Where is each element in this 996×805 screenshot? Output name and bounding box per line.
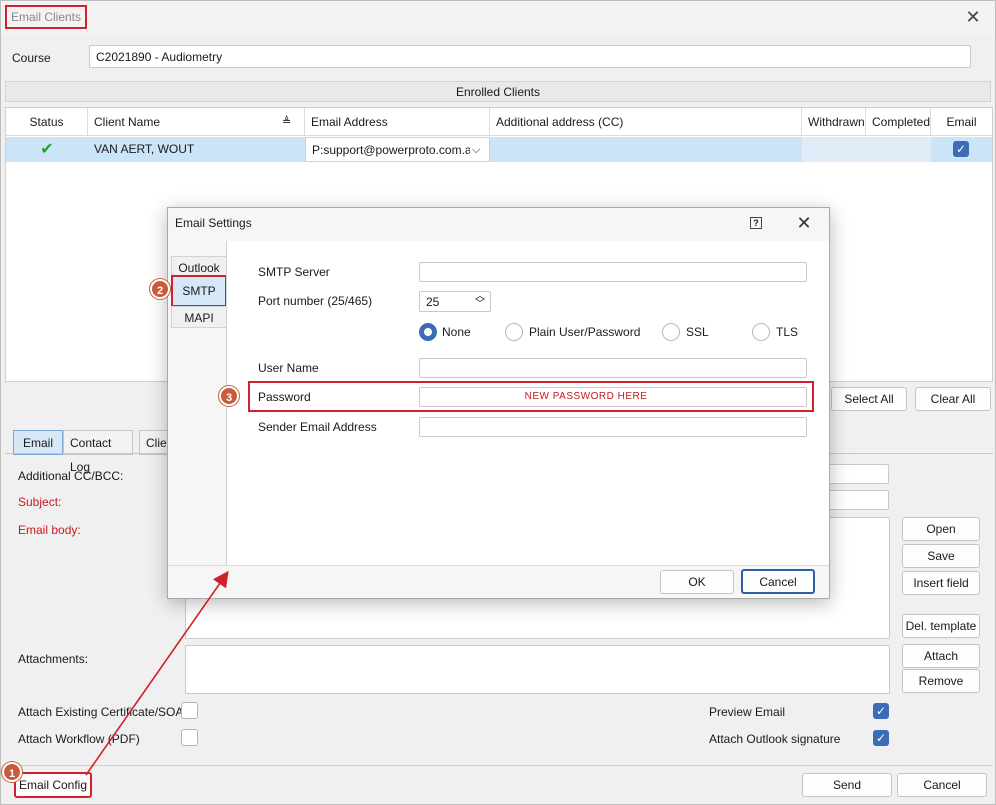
dialog-side-tabs: Outlook SMTP MAPI	[171, 253, 227, 328]
col-withdrawn[interactable]: Withdrawn	[802, 108, 866, 136]
email-config-button[interactable]: Email Config	[14, 772, 92, 798]
tab-mapi[interactable]: MAPI	[171, 306, 227, 328]
outlook-signature-label: Attach Outlook signature	[709, 732, 841, 746]
radio-none[interactable]	[419, 323, 437, 341]
completed-cell	[866, 137, 931, 162]
tab-smtp[interactable]: SMTP	[171, 275, 227, 307]
body-label: Email body:	[18, 523, 81, 537]
remove-button[interactable]: Remove	[902, 669, 980, 693]
col-client-name-label: Client Name	[94, 115, 161, 129]
dialog-cancel-button[interactable]: Cancel	[741, 569, 815, 594]
dialog-footer: OK Cancel	[168, 565, 829, 598]
preview-email-label: Preview Email	[709, 705, 786, 719]
stepper-arrows-icon[interactable]: ︿ ﹀	[475, 292, 485, 310]
attachments-list[interactable]	[185, 645, 890, 694]
save-template-button[interactable]: Save template	[902, 544, 980, 585]
attach-button[interactable]: Attach	[902, 644, 980, 668]
col-completed[interactable]: Completed	[866, 108, 931, 136]
dialog-title: Email Settings	[175, 216, 252, 230]
additional-cc-label: Additional CC/BCC:	[18, 469, 124, 483]
dialog-close-icon[interactable]: ✕	[794, 213, 814, 233]
grid-header: Status Client Name ≜ Email Address Addit…	[6, 108, 992, 136]
ok-button[interactable]: OK	[660, 570, 734, 594]
course-field[interactable]: C2021890 - Audiometry	[89, 45, 971, 68]
callout-1: 1	[2, 762, 22, 782]
chevron-down-icon: ⌵	[472, 144, 481, 156]
password-input[interactable]: NEW PASSWORD HERE	[419, 387, 807, 407]
tab-email[interactable]: Email	[13, 430, 63, 455]
sort-icon: ≜	[282, 116, 292, 128]
enrolled-clients-header: Enrolled Clients	[5, 81, 991, 102]
attach-workflow-label: Attach Workflow (PDF)	[18, 732, 140, 746]
client-name-cell: VAN AERT, WOUT	[94, 142, 195, 156]
radio-tls-label: TLS	[776, 325, 799, 339]
subject-label: Subject:	[18, 495, 62, 509]
callout-3: 3	[219, 386, 239, 406]
sender-email-input[interactable]	[419, 417, 807, 437]
email-checkbox[interactable]: ✓	[953, 141, 969, 157]
preview-email-checkbox[interactable]: ✓	[873, 703, 889, 719]
attach-cert-label: Attach Existing Certificate/SOA	[18, 705, 184, 719]
attach-workflow-checkbox[interactable]	[181, 729, 198, 746]
radio-tls[interactable]	[752, 323, 770, 341]
sender-email-label: Sender Email Address	[258, 420, 377, 434]
attachments-label: Attachments:	[18, 652, 89, 666]
subject-input[interactable]	[821, 490, 889, 510]
open-template-button[interactable]: Open Template	[902, 517, 980, 558]
port-stepper[interactable]: 25 ︿ ﹀	[419, 291, 491, 312]
radio-plain-user-password[interactable]	[505, 323, 523, 341]
outlook-signature-checkbox[interactable]: ✓	[873, 730, 889, 746]
status-check-icon: ✔	[40, 141, 54, 158]
col-email-address[interactable]: Email Address	[305, 108, 490, 136]
callout-2: 2	[150, 279, 170, 299]
smtp-settings-panel: SMTP Server Port number (25/465) 25 ︿ ﹀ N…	[226, 241, 829, 565]
radio-none-label: None	[442, 325, 471, 339]
clear-all-button[interactable]: Clear All	[915, 387, 991, 411]
send-button[interactable]: Send	[802, 773, 892, 797]
cc-cell[interactable]	[490, 137, 802, 162]
footer-divider	[5, 765, 993, 766]
radio-ssl-label: SSL	[686, 325, 709, 339]
smtp-server-label: SMTP Server	[258, 265, 330, 279]
table-row[interactable]: ✔ VAN AERT, WOUT P:support@powerproto.co…	[6, 137, 992, 162]
port-value: 25	[426, 295, 440, 309]
col-client-name[interactable]: Client Name ≜	[88, 108, 305, 136]
tab-contact-log[interactable]: Contact Log	[63, 430, 133, 474]
del-template-button[interactable]: Del. template	[902, 614, 980, 638]
close-icon[interactable]: ✕	[963, 7, 983, 27]
attach-cert-checkbox[interactable]	[181, 702, 198, 719]
withdrawn-cell	[802, 137, 866, 162]
title-bar: Email Clients ✕	[1, 1, 995, 35]
email-settings-dialog: Email Settings ? ✕ Outlook SMTP MAPI SMT…	[167, 207, 830, 599]
help-icon[interactable]: ?	[750, 217, 762, 229]
window-title: Email Clients	[5, 5, 88, 29]
col-status[interactable]: Status	[6, 108, 88, 136]
additional-cc-input[interactable]	[821, 464, 889, 484]
cancel-button[interactable]: Cancel	[897, 773, 987, 797]
username-input[interactable]	[419, 358, 807, 378]
port-label: Port number (25/465)	[258, 294, 373, 308]
col-email[interactable]: Email	[931, 108, 992, 136]
email-address-select[interactable]: P:support@powerproto.com.au ⌵	[305, 137, 490, 162]
col-additional-cc[interactable]: Additional address (CC)	[490, 108, 802, 136]
course-label: Course	[12, 51, 51, 65]
password-label: Password	[258, 390, 311, 404]
radio-ssl[interactable]	[662, 323, 680, 341]
email-address-value: P:support@powerproto.com.au	[312, 143, 470, 157]
smtp-server-input[interactable]	[419, 262, 807, 282]
username-label: User Name	[258, 361, 319, 375]
radio-plain-label: Plain User/Password	[529, 325, 641, 339]
insert-field-button[interactable]: Insert field	[902, 571, 980, 595]
select-all-button[interactable]: Select All	[831, 387, 907, 411]
